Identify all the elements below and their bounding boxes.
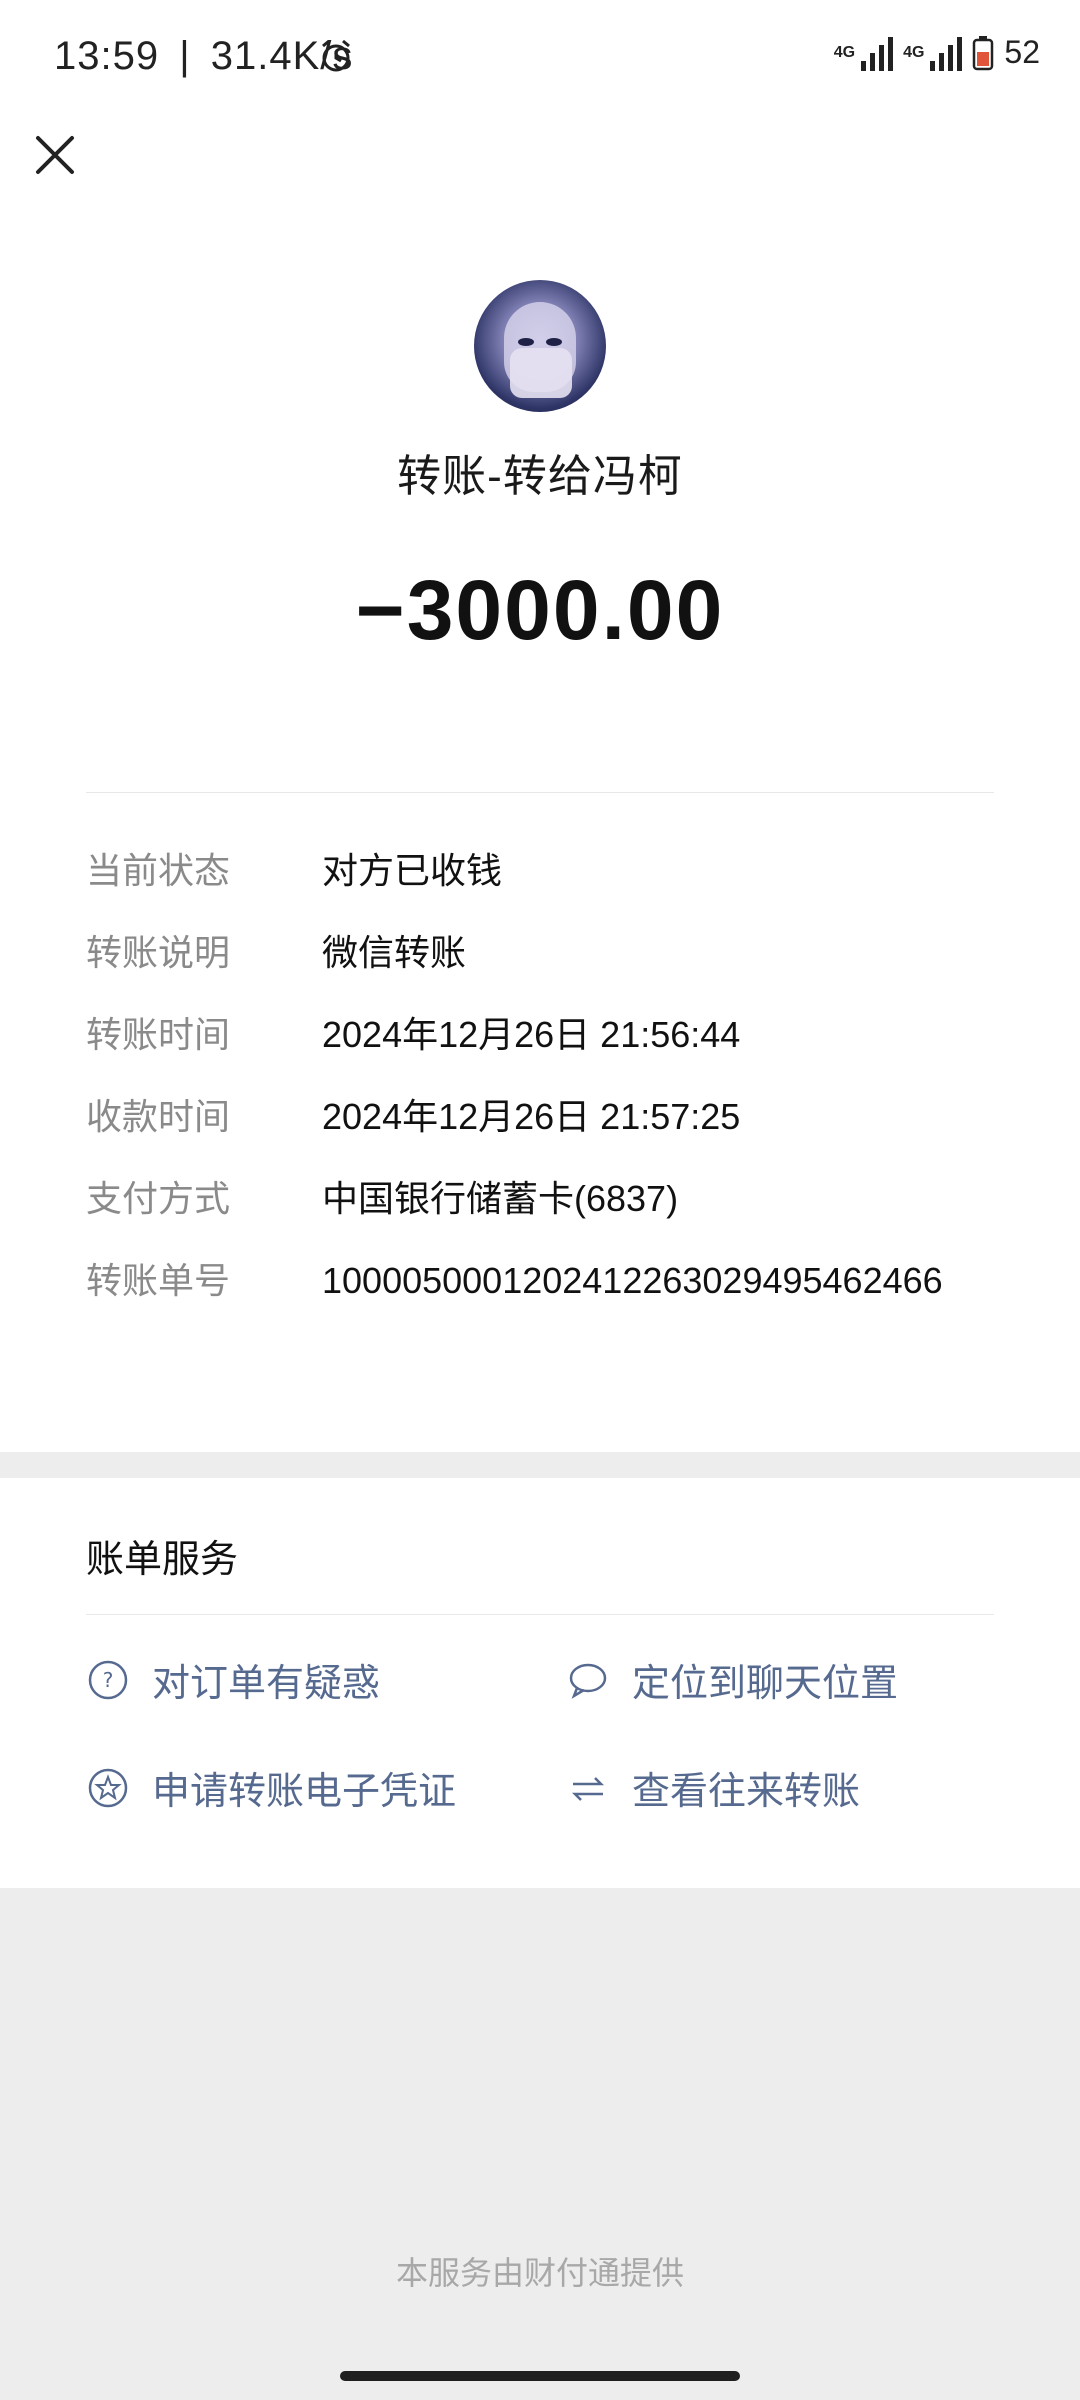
top-nav-bar [0, 110, 1080, 219]
close-icon[interactable] [30, 130, 80, 180]
battery-level: 52 [1004, 34, 1040, 70]
service-label: 对订单有疑惑 [152, 1663, 381, 1705]
detail-label: 支付方式 [86, 1178, 231, 1219]
detail-row-order-number: 转账单号 1000050001202412263029495462466 [86, 1260, 994, 1308]
divider [86, 1614, 994, 1615]
transfer-title: 转账-转给冯柯 [397, 452, 683, 501]
detail-row-payment-method: 支付方式 中国银行储蓄卡(6837) [86, 1178, 994, 1226]
question-circle-icon: ? [86, 1658, 130, 1702]
status-bar: 13:59 | 31.4K/s 4G 4G 52 [0, 0, 1080, 110]
provider-footer: 本服务由财付通提供 [395, 2255, 684, 2291]
detail-row-receive-time: 收款时间 2024年12月26日 21:57:25 [86, 1096, 994, 1144]
svg-text:?: ? [103, 1668, 114, 1692]
detail-value: 中国银行储蓄卡(6837) [322, 1178, 679, 1219]
apply-receipt-button[interactable]: 申请转账电子凭证 [86, 1760, 456, 1815]
service-label: 申请转账电子凭证 [152, 1771, 457, 1813]
detail-row-transfer-time: 转账时间 2024年12月26日 21:56:44 [86, 1014, 994, 1062]
detail-label: 转账时间 [86, 1014, 231, 1055]
divider [86, 792, 994, 793]
detail-value: 对方已收钱 [322, 850, 503, 891]
section-title: 账单服务 [86, 1539, 239, 1581]
network-type-1: 4G [833, 43, 856, 61]
detail-label: 转账说明 [86, 932, 231, 973]
signal-icon [930, 35, 963, 71]
network-type-2: 4G [903, 43, 925, 61]
clock-text: 13:59 [54, 34, 160, 78]
detail-value[interactable]: 1000050001202412263029495462466 [322, 1254, 994, 1308]
avatar[interactable] [474, 280, 606, 412]
exchange-arrows-icon [566, 1766, 610, 1810]
detail-label: 收款时间 [86, 1096, 231, 1137]
view-transfers-button[interactable]: 查看往来转账 [566, 1760, 860, 1815]
detail-row-status: 当前状态 对方已收钱 [86, 850, 994, 898]
locate-chat-button[interactable]: 定位到聊天位置 [566, 1652, 898, 1707]
detail-value: 2024年12月26日 21:57:25 [322, 1096, 741, 1137]
signal-icon [861, 35, 894, 71]
transfer-amount: −3000.00 [355, 563, 725, 657]
service-label: 查看往来转账 [632, 1771, 861, 1813]
alarm-icon [322, 39, 350, 72]
status-icons: 4G 4G 52 [834, 34, 1040, 71]
detail-value: 微信转账 [322, 932, 467, 973]
star-circle-icon [86, 1766, 130, 1810]
detail-list: 当前状态 对方已收钱 转账说明 微信转账 转账时间 2024年12月26日 21… [86, 850, 994, 1342]
detail-label: 当前状态 [86, 850, 231, 891]
detail-row-note: 转账说明 微信转账 [86, 932, 994, 980]
order-question-button[interactable]: ? 对订单有疑惑 [86, 1652, 380, 1707]
service-label: 定位到聊天位置 [632, 1663, 899, 1705]
bill-services-card: 账单服务 ? 对订单有疑惑 定位到聊天位置 申请转账电子凭证 查看往来转账 [0, 1478, 1080, 1888]
battery-icon [973, 35, 994, 70]
transfer-detail-card: 转账-转给冯柯 −3000.00 当前状态 对方已收钱 转账说明 微信转账 转账… [0, 218, 1080, 1452]
status-time: 13:59 | 31.4K/s [54, 34, 354, 78]
chat-bubble-icon [566, 1658, 610, 1702]
detail-value: 2024年12月26日 21:56:44 [322, 1014, 741, 1055]
detail-label: 转账单号 [86, 1260, 231, 1301]
home-indicator[interactable] [340, 2371, 740, 2381]
